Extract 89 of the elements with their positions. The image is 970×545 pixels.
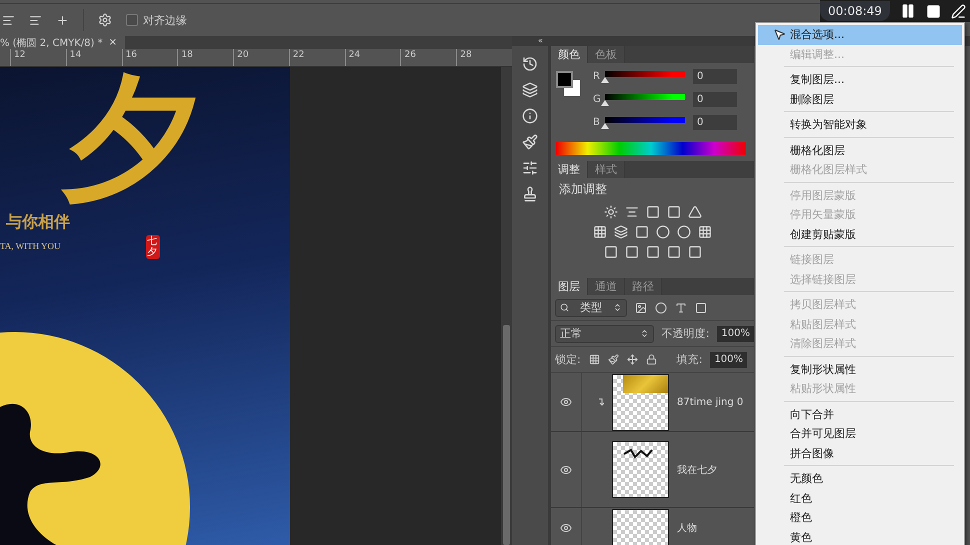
circle-icon[interactable] xyxy=(655,302,667,314)
type-icon[interactable] xyxy=(675,302,687,314)
history-icon[interactable] xyxy=(522,56,538,72)
layer-thumbnail[interactable] xyxy=(612,509,669,545)
eye-icon[interactable] xyxy=(560,396,572,408)
slider-thumb[interactable] xyxy=(601,122,609,128)
layer-name[interactable]: 我在七夕 xyxy=(677,462,717,476)
settings-icon[interactable] xyxy=(98,13,112,27)
seal-stamp: 七夕 xyxy=(146,235,160,259)
menu-item[interactable]: 栅格化图层 xyxy=(758,140,962,160)
sliders-icon[interactable] xyxy=(522,160,538,176)
slider-thumb[interactable] xyxy=(601,76,609,82)
blend-mode-dropdown[interactable]: 正常 xyxy=(555,324,654,342)
lettering-sketch xyxy=(623,448,653,460)
channel-label: R xyxy=(593,71,601,82)
lock-icon[interactable] xyxy=(646,354,657,365)
filter-dropdown[interactable]: 类型 xyxy=(555,298,627,316)
eye-icon[interactable] xyxy=(560,522,572,534)
texture-image xyxy=(623,374,668,392)
layer-name[interactable]: 87time jing 0 xyxy=(677,396,744,408)
layer-row[interactable]: 我在七夕 xyxy=(551,432,754,508)
brush-icon[interactable] xyxy=(608,354,619,365)
menu-item[interactable]: 无颜色 xyxy=(758,469,962,488)
move-icon[interactable] xyxy=(626,354,638,365)
stamp-icon[interactable] xyxy=(522,186,538,202)
search-icon xyxy=(560,303,569,312)
menu-item[interactable]: 转换为智能对象 xyxy=(758,115,962,134)
image-icon[interactable] xyxy=(635,302,647,314)
panel-tab[interactable]: 通道 xyxy=(588,278,625,295)
recording-timer: 00:08:49 xyxy=(820,1,890,21)
panel-tab[interactable]: 样式 xyxy=(588,161,625,178)
panel-tab[interactable]: 颜色 xyxy=(551,46,588,63)
chevron-icon xyxy=(640,329,649,338)
slider-thumb[interactable] xyxy=(601,100,609,106)
menu-item[interactable]: 创建剪贴蒙版 xyxy=(758,224,962,244)
menu-item[interactable]: 橙色 xyxy=(758,508,962,528)
panel-tab[interactable]: 路径 xyxy=(625,278,662,295)
triangle-icon[interactable] xyxy=(688,205,702,219)
scrollbar-thumb[interactable] xyxy=(503,325,510,545)
fill-label: 填充: xyxy=(676,352,702,367)
menu-item[interactable]: 黄色 xyxy=(758,528,962,545)
channel-label: B xyxy=(593,117,601,128)
collapse-button[interactable]: « xyxy=(538,36,543,46)
menu-item[interactable]: 复制图层... xyxy=(758,70,962,90)
menu-item[interactable]: 混合选项... xyxy=(758,25,962,44)
panel-tab[interactable]: 图层 xyxy=(551,278,588,295)
value-field[interactable]: 0 xyxy=(693,92,737,107)
opacity-field[interactable]: 100% xyxy=(717,326,754,342)
pause-icon[interactable] xyxy=(900,3,916,19)
chevron-icon xyxy=(613,303,622,312)
cursor-icon xyxy=(773,28,786,41)
panel-tab[interactable]: 调整 xyxy=(551,161,588,178)
menu-item[interactable]: 删除图层 xyxy=(758,90,962,109)
lock-label: 锁定: xyxy=(555,352,581,367)
poster-tagline: TA, WITH YOU xyxy=(0,241,61,251)
poster-subtitle: 与你相伴 xyxy=(6,212,70,233)
poster-title: 夕 xyxy=(62,69,200,207)
brush-icon[interactable] xyxy=(522,134,538,150)
checkbox-label: 对齐边缘 xyxy=(143,12,187,28)
value-field[interactable]: 0 xyxy=(693,115,737,130)
menu-item[interactable]: 红色 xyxy=(758,488,962,508)
layer-row[interactable]: 87time jing 0 xyxy=(551,373,754,432)
document-tab[interactable]: % (椭圆 2, CMYK/8) * × xyxy=(0,36,125,49)
opacity-label: 不透明度: xyxy=(662,326,710,341)
layer-name[interactable]: 人物 xyxy=(677,521,697,535)
info-icon[interactable] xyxy=(522,108,538,124)
layer-thumbnail[interactable] xyxy=(612,441,669,498)
grid-icon[interactable] xyxy=(698,225,712,239)
checkbox[interactable] xyxy=(126,14,138,26)
layer-row[interactable]: 人物 xyxy=(551,508,754,545)
menu-item[interactable]: 合并可见图层 xyxy=(758,424,962,444)
color-swatches[interactable] xyxy=(556,71,581,97)
pen-icon[interactable] xyxy=(950,4,966,18)
stop-icon[interactable] xyxy=(926,4,941,18)
panel-tab[interactable]: 色板 xyxy=(588,46,625,63)
ruler: 12 14 16 18 20 22 24 26 28 xyxy=(0,49,512,67)
channel-label: G xyxy=(593,94,602,105)
menu-item[interactable]: 向下合并 xyxy=(758,404,962,424)
eye-icon[interactable] xyxy=(560,464,572,476)
sun-icon[interactable] xyxy=(604,205,618,219)
close-icon[interactable]: × xyxy=(108,37,117,48)
layer-thumbnail[interactable] xyxy=(612,374,669,430)
color-spectrum[interactable] xyxy=(556,142,746,155)
menu-item[interactable]: 拼合图像 xyxy=(758,444,962,463)
grid-icon[interactable] xyxy=(588,354,600,365)
fill-field[interactable]: 100% xyxy=(710,352,748,368)
value-field[interactable]: 0 xyxy=(693,69,737,84)
panel-heading: 添加调整 xyxy=(559,181,607,198)
menu-item[interactable]: 复制形状属性 xyxy=(758,360,962,379)
